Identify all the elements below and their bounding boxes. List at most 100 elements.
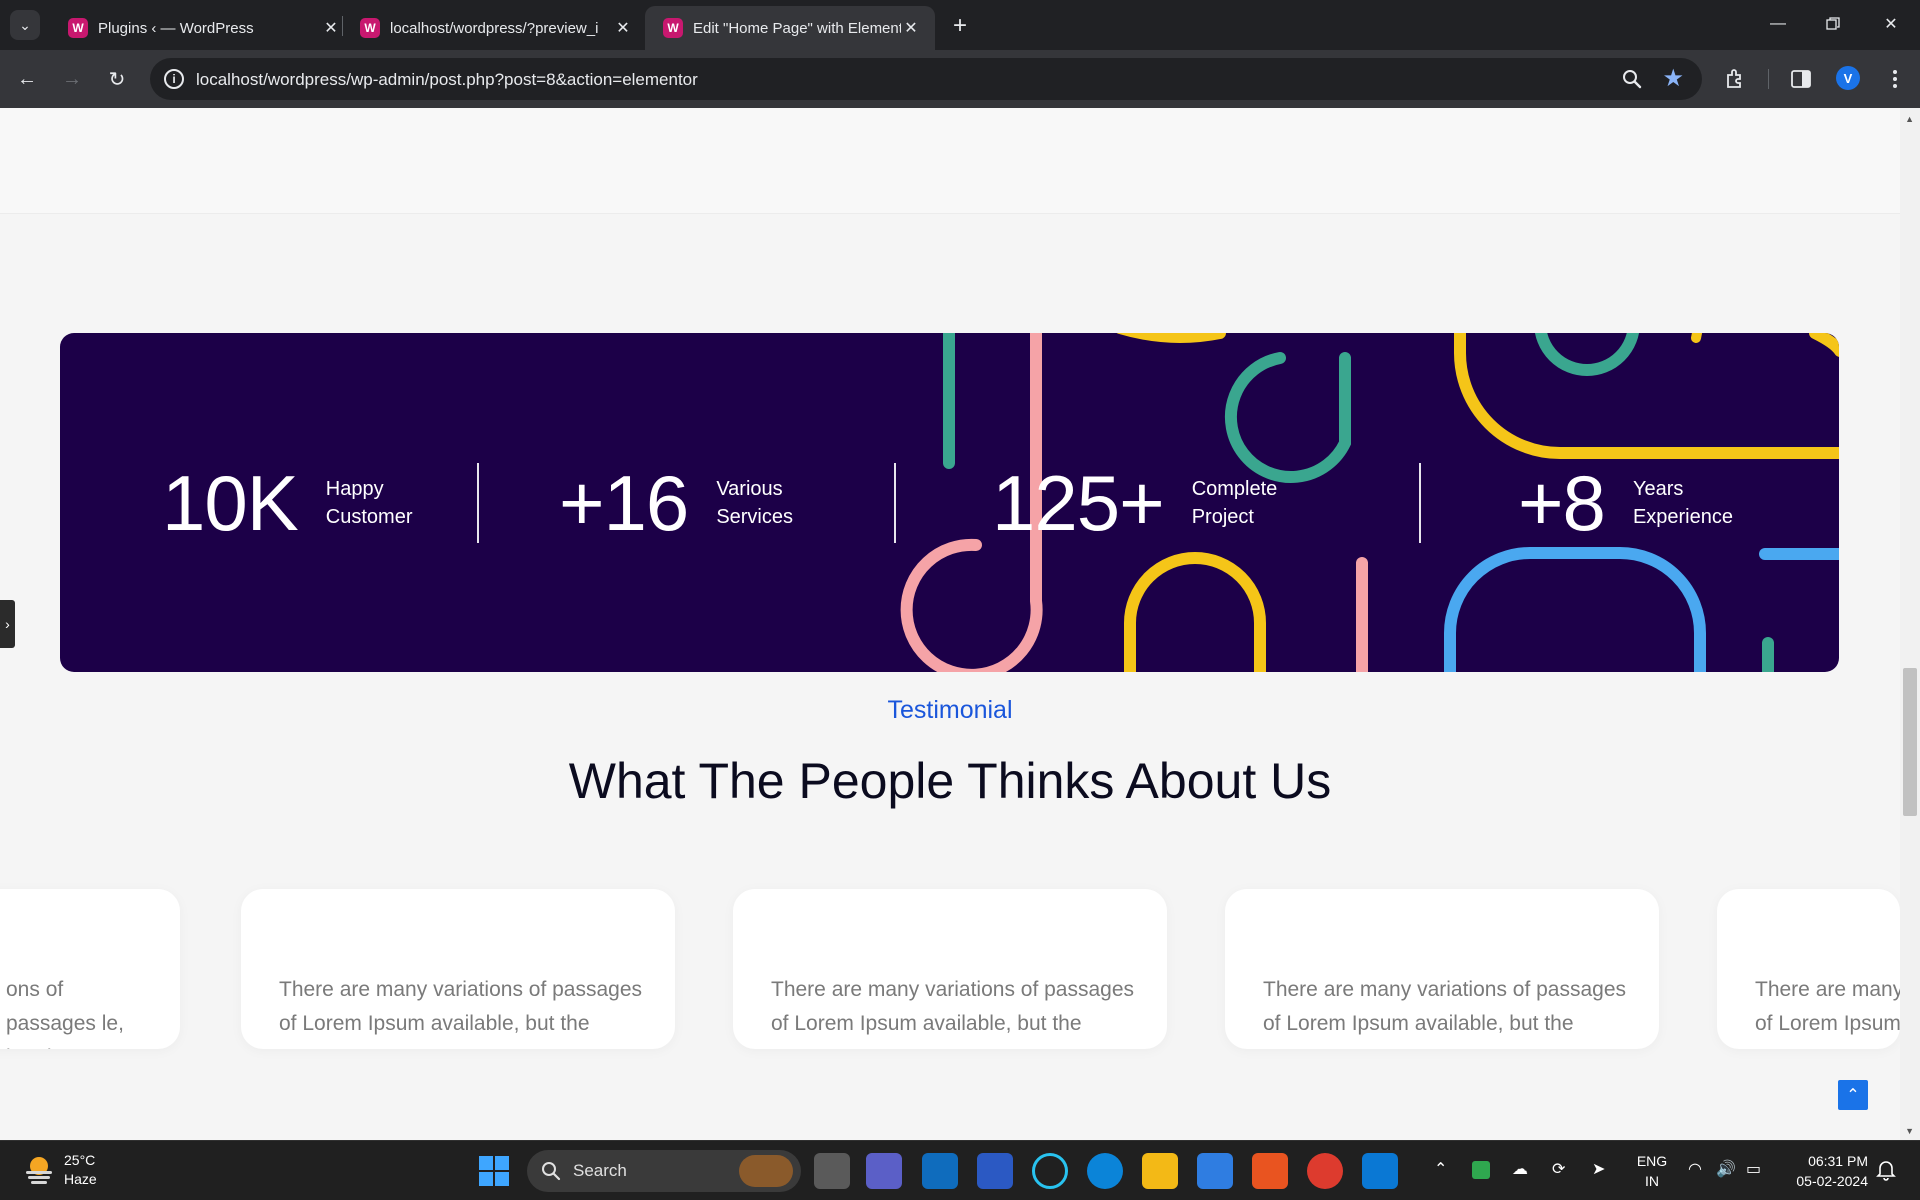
notepad-icon[interactable] — [1197, 1153, 1233, 1189]
file-explorer-icon[interactable] — [1142, 1153, 1178, 1189]
back-arrow-icon[interactable]: ← — [10, 62, 44, 96]
taskbar-search[interactable]: Search — [527, 1150, 801, 1192]
search-label: Search — [573, 1161, 627, 1180]
scroll-up-icon[interactable]: ▲ — [1905, 114, 1914, 124]
microsoft-store-icon[interactable] — [922, 1153, 958, 1189]
task-view-icon[interactable] — [814, 1153, 850, 1189]
toolbar-divider — [1768, 69, 1769, 89]
wp-local-icon: W — [360, 18, 380, 38]
page-viewport: › 10K Happy Customer +16 Various Service… — [0, 108, 1920, 1140]
local-wp-tray-icon[interactable] — [1472, 1161, 1490, 1179]
stat-label-line1: Years — [1632, 478, 1684, 500]
url-text[interactable]: localhost/wordpress/wp-admin/post.php?po… — [196, 70, 698, 90]
stat-complete-project: 125+ Complete Project — [992, 463, 1312, 543]
reload-icon[interactable]: ↻ — [100, 62, 134, 96]
close-icon[interactable]: ✕ — [321, 18, 341, 38]
site-info-icon[interactable]: i — [164, 69, 184, 89]
windows-start-icon[interactable] — [478, 1155, 510, 1187]
bookmark-star-icon[interactable]: ★ — [1662, 64, 1684, 93]
vscode-icon[interactable] — [1362, 1153, 1398, 1189]
profile-avatar[interactable]: V — [1836, 66, 1860, 90]
search-highlight-image — [739, 1155, 793, 1187]
side-panel-icon[interactable] — [1786, 64, 1816, 94]
kebab-menu-icon[interactable] — [1880, 64, 1910, 94]
back-to-top-icon[interactable]: ⌃ — [1838, 1080, 1868, 1110]
send-icon[interactable]: ➤ — [1592, 1159, 1605, 1179]
app-icon[interactable] — [977, 1153, 1013, 1189]
zoom-magnifier-icon[interactable] — [1620, 67, 1644, 91]
tab-preview[interactable]: W localhost/wordpress/?preview_i ✕ — [342, 6, 647, 50]
weather-text: 25°C Haze — [64, 1151, 97, 1189]
browser-toolbar: ← → ↻ i localhost/wordpress/wp-admin/pos… — [0, 50, 1920, 108]
volume-icon[interactable]: 🔊 — [1716, 1159, 1736, 1179]
extensions-puzzle-icon[interactable] — [1720, 64, 1750, 94]
testimonial-text: There are many variations of passages of… — [279, 978, 643, 1035]
new-tab-plus-icon[interactable]: + — [945, 11, 975, 41]
address-bar[interactable]: i localhost/wordpress/wp-admin/post.php?… — [150, 58, 1702, 100]
stat-label-line2: Services — [716, 506, 794, 528]
testimonial-text: There are many variations of passages of… — [771, 978, 1135, 1035]
language-region: IN — [1645, 1173, 1659, 1189]
testimonial-text: There are many variations of passages of… — [1263, 978, 1627, 1035]
chrome-icon[interactable] — [1307, 1153, 1343, 1189]
teams-chat-icon[interactable] — [866, 1153, 902, 1189]
minimize-icon[interactable]: — — [1755, 8, 1801, 40]
browser-tab-bar: ⌄ W Plugins ‹ — WordPress ✕ W localhost/… — [0, 0, 1920, 50]
close-icon[interactable]: ✕ — [901, 18, 921, 38]
stat-label: Years Experience — [1633, 475, 1753, 531]
testimonial-card[interactable]: There are many variations of passages of… — [733, 889, 1167, 1049]
stat-label-line1: Complete — [1191, 478, 1278, 500]
previous-section-band — [0, 108, 1900, 214]
stat-label: Complete Project — [1192, 475, 1312, 531]
testimonial-card[interactable]: There are many variations of passages of… — [1225, 889, 1659, 1049]
system-clock[interactable]: 06:31 PM 05-02-2024 — [1780, 1151, 1868, 1191]
testimonial-title: What The People Thinks About Us — [568, 753, 1332, 809]
stat-label-line2: Project — [1191, 506, 1254, 528]
search-icon — [542, 1162, 561, 1181]
window-close-icon[interactable]: ✕ — [1868, 8, 1914, 40]
stat-label-line1: Happy — [325, 478, 384, 500]
editor-panel-toggle-icon[interactable]: › — [0, 600, 15, 648]
clock-date: 05-02-2024 — [1796, 1173, 1868, 1189]
language-code: ENG — [1636, 1153, 1668, 1169]
clock-time: 06:31 PM — [1808, 1153, 1868, 1169]
battery-icon[interactable]: ▭ — [1746, 1159, 1761, 1179]
stat-divider — [477, 463, 479, 543]
stat-value: 125+ — [992, 459, 1165, 547]
sync-icon[interactable]: ⟳ — [1552, 1159, 1565, 1179]
forward-arrow-icon[interactable]: → — [55, 62, 89, 96]
tab-title: Plugins ‹ — WordPress — [98, 19, 254, 37]
stats-banner[interactable]: 10K Happy Customer +16 Various Services … — [60, 333, 1839, 672]
weather-widget[interactable]: 25°C Haze — [22, 1151, 97, 1189]
tab-elementor-editor[interactable]: W Edit "Home Page" with Element ✕ — [645, 6, 935, 50]
edge-browser-icon[interactable] — [1087, 1153, 1123, 1189]
cortana-ring-icon[interactable] — [1032, 1153, 1068, 1189]
testimonial-eyebrow: Testimonial — [887, 696, 1013, 724]
scrollbar-thumb[interactable] — [1903, 668, 1917, 816]
ubuntu-icon[interactable] — [1252, 1153, 1288, 1189]
chevron-up-icon[interactable]: ⌃ — [1434, 1159, 1447, 1179]
scrollbar[interactable]: ▲ ▼ — [1900, 108, 1920, 1140]
onedrive-cloud-icon[interactable]: ☁ — [1512, 1159, 1528, 1179]
haze-sun-icon — [26, 1157, 52, 1184]
testimonial-card[interactable]: There are many of Lorem Ipsum — [1717, 889, 1900, 1049]
language-indicator[interactable]: ENG IN — [1632, 1151, 1672, 1191]
testimonial-text: There are many of Lorem Ipsum — [1755, 978, 1900, 1035]
scroll-down-icon[interactable]: ▼ — [1905, 1126, 1914, 1136]
close-icon[interactable]: ✕ — [613, 18, 633, 38]
tab-plugins[interactable]: W Plugins ‹ — WordPress ✕ — [50, 6, 355, 50]
stat-divider — [1419, 463, 1421, 543]
stat-label: Various Services — [716, 475, 836, 531]
stat-value: 10K — [162, 459, 299, 547]
weather-temp: 25°C — [64, 1152, 96, 1168]
notification-bell-icon[interactable] — [1876, 1159, 1896, 1181]
stat-value: +16 — [559, 459, 689, 547]
restore-icon[interactable] — [1810, 8, 1856, 40]
testimonial-card[interactable]: There are many variations of passages of… — [241, 889, 675, 1049]
wifi-icon[interactable]: ◠ — [1688, 1159, 1702, 1179]
stat-value: +8 — [1518, 459, 1606, 547]
testimonial-card[interactable]: ons of passages le, but the — [0, 889, 180, 1049]
stat-various-services: +16 Various Services — [559, 463, 836, 543]
tab-search-chevron-icon[interactable]: ⌄ — [10, 10, 40, 40]
tab-title: localhost/wordpress/?preview_i — [390, 19, 599, 37]
